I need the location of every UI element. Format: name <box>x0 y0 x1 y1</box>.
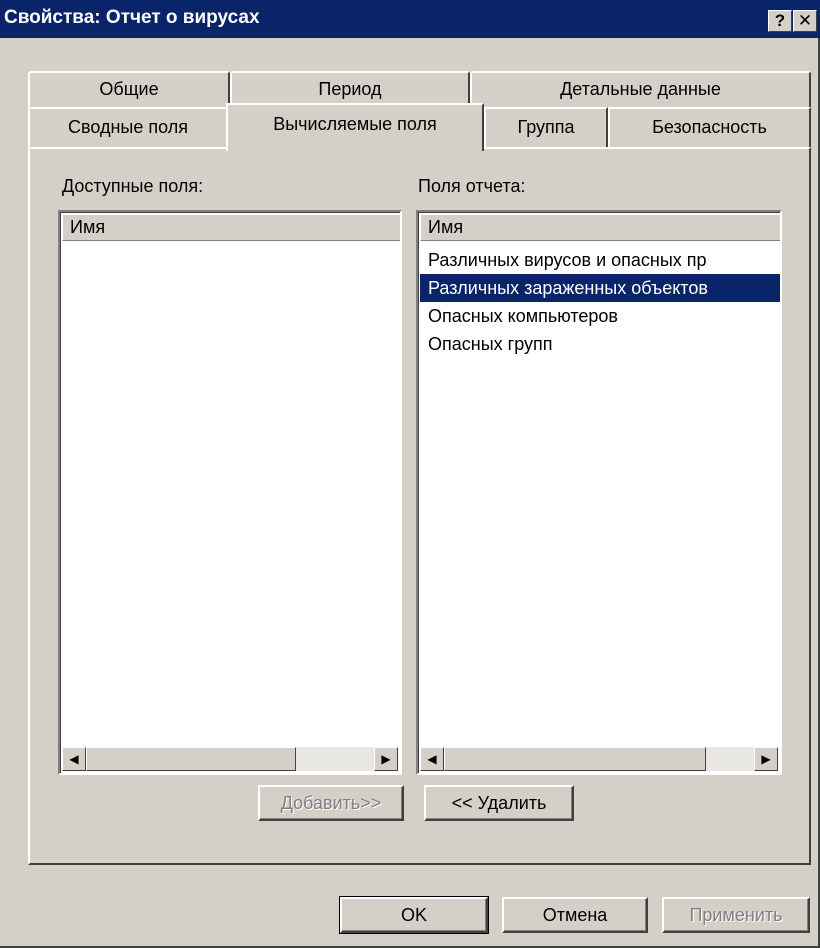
remove-button[interactable]: << Удалить <box>424 785 574 821</box>
report-fields-label: Поля отчета: <box>418 176 526 196</box>
scroll-right-icon[interactable]: ▶ <box>754 747 778 771</box>
available-fields-label: Доступные поля: <box>62 176 204 196</box>
add-button[interactable]: Добавить>> <box>258 785 404 821</box>
list-item[interactable]: Различных вирусов и опасных пр <box>420 246 780 274</box>
tab-security[interactable]: Безопасность <box>608 107 811 148</box>
report-fields-list[interactable]: Имя Различных вирусов и опасных пр Разли… <box>416 210 782 775</box>
list-item[interactable]: Опасных групп <box>420 330 780 358</box>
list-item-selected[interactable]: Различных зараженных объектов <box>420 274 780 302</box>
title-bar[interactable]: Свойства: Отчет о вирусах ? ✕ <box>0 0 820 38</box>
properties-dialog: Свойства: Отчет о вирусах ? ✕ Общие Пери… <box>0 0 820 948</box>
column-header-name[interactable]: Имя <box>62 214 400 241</box>
apply-button[interactable]: Применить <box>662 897 810 933</box>
tab-period[interactable]: Период <box>230 71 470 107</box>
help-button[interactable]: ? <box>768 10 792 32</box>
scroll-left-icon[interactable]: ◀ <box>62 747 86 771</box>
scroll-right-icon[interactable]: ▶ <box>374 747 398 771</box>
available-fields-list[interactable]: Имя ◀ ▶ <box>58 210 402 775</box>
horizontal-scrollbar[interactable]: ◀ ▶ <box>420 747 778 771</box>
window-title: Свойства: Отчет о вирусах <box>4 7 260 28</box>
report-items: Различных вирусов и опасных пр Различных… <box>420 246 780 358</box>
tab-general[interactable]: Общие <box>28 71 230 107</box>
tab-calculated-fields[interactable]: Вычисляемые поля <box>226 103 484 151</box>
scroll-thumb[interactable] <box>86 747 296 771</box>
cancel-button[interactable]: Отмена <box>502 897 648 933</box>
list-item[interactable]: Опасных компьютеров <box>420 302 780 330</box>
close-button[interactable]: ✕ <box>793 10 817 32</box>
scroll-left-icon[interactable]: ◀ <box>420 747 444 771</box>
tab-detail-data[interactable]: Детальные данные <box>470 71 811 107</box>
ok-button[interactable]: OK <box>339 896 489 934</box>
tab-summary-fields[interactable]: Сводные поля <box>28 107 228 148</box>
horizontal-scrollbar[interactable]: ◀ ▶ <box>62 747 398 771</box>
column-header-name[interactable]: Имя <box>420 214 780 241</box>
scroll-thumb[interactable] <box>444 747 706 771</box>
tab-group[interactable]: Группа <box>484 107 608 148</box>
